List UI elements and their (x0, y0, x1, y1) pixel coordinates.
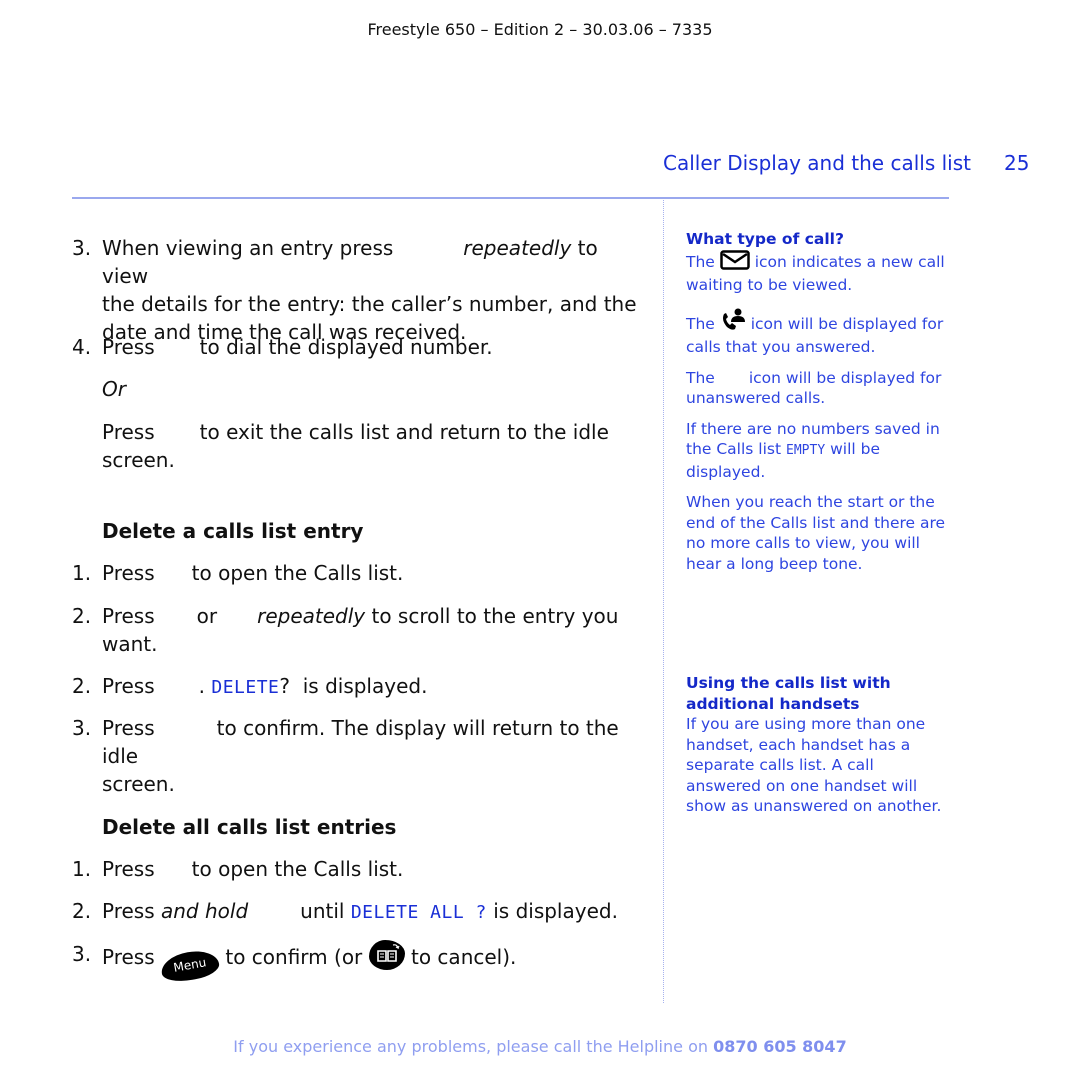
step-number: 2. (72, 674, 92, 698)
step-text: until (300, 899, 345, 923)
edition-line: Freestyle 650 – Edition 2 – 30.03.06 – 7… (367, 20, 713, 39)
section-heading-delete-entry: Delete a calls list entry (102, 519, 364, 543)
sidebar-call-types: What type of call? The icon indicates a … (686, 229, 951, 574)
step-view-details: When viewing an entry press repeatedly to… (102, 234, 642, 346)
step-dial: Press to dial the displayed number. (102, 333, 642, 361)
answered-call-icon (720, 306, 746, 338)
page-number: 25 (1004, 151, 1030, 175)
step-text: screen. (102, 772, 175, 796)
sidebar-heading-handsets: Using the calls list with additional han… (686, 674, 891, 713)
step-number: 2. (72, 899, 92, 923)
sidebar-text: If there are no numbers saved in (686, 419, 940, 438)
step-text: to scroll to the entry you (365, 604, 619, 628)
sidebar-text: The (686, 314, 715, 333)
step-number: 1. (72, 857, 92, 881)
envelope-icon (720, 249, 750, 276)
footer-text: If you experience any problems, please c… (233, 1037, 708, 1056)
sidebar-text: The (686, 252, 715, 271)
phonebook-key-icon (368, 940, 405, 970)
step-text: or (196, 604, 218, 628)
step-confirm-all: Press Menu to confirm (or to cancel). (102, 940, 642, 985)
sidebar-text: will be (830, 440, 880, 458)
sidebar-text: waiting to be viewed. (686, 276, 853, 294)
step-press-hold: Press and hold until DELETE ALL ? is disp… (102, 897, 642, 927)
sidebar-additional-handsets: Using the calls list with additional han… (686, 673, 954, 817)
sidebar-text: icon indicates a new call (754, 252, 945, 271)
step-text: to dial the displayed number. (199, 335, 493, 359)
step-number: 4. (72, 335, 92, 359)
step-text: to exit the calls list and return to the… (199, 420, 609, 444)
step-text: When viewing an entry press (102, 236, 394, 260)
sidebar-heading-call-type: What type of call? (686, 230, 844, 248)
sidebar-text: icon will be displayed for (750, 314, 944, 333)
sidebar-text: icon will be displayed for (748, 368, 942, 387)
step-text: to confirm. The display will return to t… (102, 716, 619, 768)
step-text: is displayed. (493, 899, 618, 923)
or-label: Or (102, 377, 126, 401)
sidebar-text: The (686, 368, 715, 387)
step-text: to cancel). (411, 945, 517, 969)
step-number: 1. (72, 561, 92, 585)
step-press: Press (102, 857, 155, 881)
step-text: to confirm (or (225, 945, 363, 969)
sidebar-text: the Calls list (686, 440, 782, 458)
step-text: want. (102, 632, 158, 656)
sidebar-text: displayed. (686, 462, 766, 481)
helpline-number: 0870 605 8047 (713, 1037, 847, 1056)
step-confirm: Press to confirm. The display will return… (102, 714, 642, 798)
step-open-list: Press to open the Calls list. (102, 855, 642, 883)
step-text: ? (279, 674, 291, 698)
step-text: is displayed. (302, 674, 428, 698)
step-text: to open the Calls list. (191, 857, 404, 881)
emphasis: and hold (161, 899, 249, 923)
step-number: 2. (72, 604, 92, 628)
step-scroll: Press or repeatedly to scroll to the entry… (102, 602, 642, 658)
helpline-footer: If you experience any problems, please c… (0, 1037, 1080, 1056)
step-press: Press (102, 604, 155, 628)
step-number: 3. (72, 236, 92, 260)
step-press: Press (102, 420, 155, 444)
menu-key-icon: Menu (159, 947, 221, 985)
emphasis: repeatedly (463, 236, 572, 260)
sidebar-para-handsets: If you are using more than one handset, … (686, 715, 942, 815)
sidebar-text: calls that you answered. (686, 338, 876, 356)
step-open-list: Press to open the Calls list. (102, 559, 642, 587)
step-text: . (198, 674, 205, 698)
step-press: Press (102, 561, 155, 585)
step-text: screen. (102, 448, 175, 472)
sidebar-para-empty: If there are no numbers saved in the Cal… (686, 419, 951, 483)
sidebar-para-answered: The icon will be displayed for calls tha… (686, 306, 951, 358)
lcd-text-delete-all: DELETE ALL ? (350, 902, 487, 923)
sidebar-para-new-call: The icon indicates a new call waiting to… (686, 249, 951, 296)
step-number: 3. (72, 716, 92, 740)
step-number: 3. (72, 942, 92, 966)
step-press: Press (102, 899, 155, 923)
step-press: Press (102, 674, 155, 698)
step-delete-prompt: Press. DELETE? is displayed. (102, 672, 642, 702)
header-rule (72, 197, 949, 199)
sidebar-para-unanswered: The icon will be displayed for unanswered… (686, 368, 951, 409)
step-press: Press (102, 716, 155, 740)
step-text: to open the Calls list. (191, 561, 404, 585)
step-press: Press (102, 945, 155, 969)
chapter-title: Caller Display and the calls list (663, 151, 971, 175)
step-text: the details for the entry: the caller’s … (102, 292, 637, 316)
column-divider (663, 200, 664, 1003)
step-exit: Press to exit the calls list and return t… (102, 418, 642, 474)
step-press: Press (102, 335, 155, 359)
lcd-text-empty: EMPTY (786, 443, 826, 458)
sidebar-text: unanswered calls. (686, 389, 826, 407)
sidebar-para-beep: When you reach the start or the end of t… (686, 493, 946, 573)
section-heading-delete-all: Delete all calls list entries (102, 815, 397, 839)
emphasis: repeatedly (257, 604, 366, 628)
lcd-text-delete: DELETE (211, 677, 280, 698)
